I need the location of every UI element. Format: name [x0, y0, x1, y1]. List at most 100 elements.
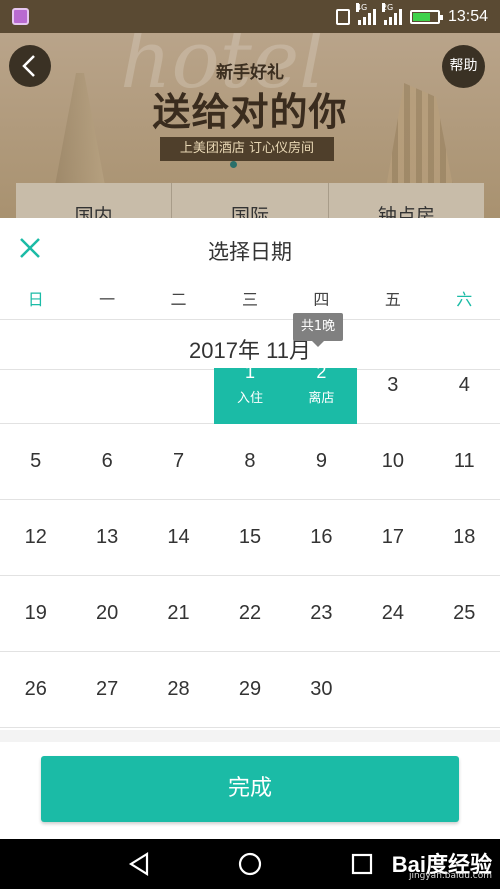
status-time: 13:54 — [447, 7, 488, 25]
promo-title: 送给对的你 — [152, 89, 348, 134]
calendar-day-number: 25 — [453, 602, 476, 624]
calendar-day-number: 14 — [167, 526, 190, 548]
calendar-day[interactable]: 30 — [286, 652, 357, 727]
recents-nav-icon[interactable] — [349, 851, 375, 877]
tab-international[interactable]: 国际 — [172, 183, 329, 223]
calendar-empty-cell — [357, 652, 428, 727]
checkin-label: 入住 — [236, 391, 263, 406]
calendar-day-number: 17 — [381, 526, 404, 548]
close-icon — [20, 238, 40, 258]
baidu-watermark-url: jingyan.baidu.com — [408, 871, 492, 881]
calendar-day-number: 26 — [24, 678, 47, 700]
calendar-week-row: 1 入住 2 离店 3 4 — [0, 362, 500, 424]
calendar-day[interactable]: 20 — [71, 576, 142, 651]
calendar-day-number: 24 — [381, 602, 404, 624]
promo-tagline: 上美团酒店 订心仪房间 — [160, 137, 334, 161]
network-type-label: 2G — [381, 2, 394, 12]
promo-banner[interactable]: hotel 新手好礼 送给对的你 上美团酒店 订心仪房间 帮助 国内 国际 钟点… — [0, 33, 500, 223]
calendar-day-number: 11 — [453, 450, 475, 472]
footer-divider — [0, 730, 500, 742]
calendar-day[interactable]: 28 — [143, 652, 214, 727]
calendar-day-number: 16 — [310, 526, 333, 548]
close-button[interactable] — [16, 234, 44, 262]
calendar-day-number: 20 — [96, 602, 119, 624]
calendar-day-number: 5 — [30, 450, 42, 472]
calendar-day-number: 13 — [96, 526, 119, 548]
chevron-left-icon — [22, 55, 35, 77]
tab-hourly[interactable]: 钟点房 — [329, 183, 484, 223]
weekday-header: 日 一 二 三 四 五 六 — [0, 280, 500, 320]
signal-2g-icon: 2G — [381, 2, 402, 25]
done-button[interactable]: 完成 — [41, 756, 459, 822]
calendar-week-row: 12 13 14 15 16 17 18 — [0, 500, 500, 576]
calendar-day-number: 8 — [244, 450, 256, 472]
weekday-fri: 五 — [384, 290, 401, 309]
back-nav-icon[interactable] — [126, 851, 152, 877]
weekday-wed: 三 — [241, 290, 258, 309]
tab-domestic[interactable]: 国内 — [16, 183, 173, 223]
status-icons: 4G 2G 13:54 — [335, 0, 488, 33]
carousel-indicator — [230, 161, 237, 168]
month-label: 2017年 11月 — [189, 338, 311, 363]
calendar-day[interactable]: 8 — [214, 424, 285, 499]
calendar-day-number: 4 — [458, 374, 470, 396]
calendar-day-number: 6 — [101, 450, 113, 472]
calendar-day[interactable]: 18 — [429, 500, 500, 575]
back-button[interactable] — [9, 45, 51, 87]
calendar-day[interactable]: 21 — [143, 576, 214, 651]
weekday-tue: 二 — [170, 290, 187, 309]
weekday-sat: 六 — [456, 290, 473, 309]
calendar-week-row: 19 20 21 22 23 24 25 — [0, 576, 500, 652]
battery-fill — [412, 12, 430, 21]
calendar-day[interactable]: 12 — [0, 500, 71, 575]
calendar-day[interactable]: 4 — [429, 370, 500, 423]
battery-icon — [409, 9, 443, 24]
date-picker-modal: 选择日期 日 一 二 三 四 五 六 2017年 11月 1 入住 2 离店 3 4 5 6 7… — [0, 218, 500, 839]
calendar-day[interactable]: 27 — [71, 652, 142, 727]
calendar-day[interactable]: 6 — [71, 424, 142, 499]
calendar-empty-cell — [71, 370, 142, 423]
calendar-day[interactable]: 7 — [143, 424, 214, 499]
calendar-day[interactable]: 22 — [214, 576, 285, 651]
calendar-day[interactable]: 13 — [71, 500, 142, 575]
calendar-day[interactable]: 17 — [357, 500, 428, 575]
help-button[interactable]: 帮助 — [442, 45, 485, 88]
calendar-day-number: 1 — [244, 362, 255, 382]
checkout-label: 离店 — [308, 391, 335, 406]
modal-header: 选择日期 — [0, 218, 500, 280]
calendar-day-number: 27 — [96, 678, 119, 700]
calendar-day[interactable]: 23 — [286, 576, 357, 651]
calendar-grid: 1 入住 2 离店 3 4 5 6 7 8 9 10 11 12 13 14 15 16 17 18 19 20 21 22 2… — [0, 362, 500, 728]
calendar-day[interactable]: 24 — [357, 576, 428, 651]
network-type-label: 4G — [355, 2, 368, 12]
calendar-day-number: 7 — [172, 450, 185, 472]
nights-tooltip: 共1晚 — [293, 313, 343, 347]
calendar-day[interactable]: 16 — [286, 500, 357, 575]
calendar-day-number: 15 — [238, 526, 262, 548]
calendar-day[interactable]: 15 — [214, 500, 285, 575]
weekday-sun: 日 — [27, 290, 44, 309]
signal-4g-icon: 4G — [355, 2, 376, 25]
calendar-day[interactable]: 19 — [0, 576, 71, 651]
modal-title: 选择日期 — [208, 240, 292, 264]
calendar-day[interactable]: 26 — [0, 652, 71, 727]
calendar-empty-cell — [143, 370, 214, 423]
calendar-day[interactable]: 3 — [357, 370, 428, 423]
calendar-day[interactable]: 14 — [143, 500, 214, 575]
calendar-day-number: 29 — [238, 678, 262, 700]
calendar-day[interactable]: 5 — [0, 424, 71, 499]
calendar-day[interactable]: 10 — [357, 424, 428, 499]
calendar-day-number: 12 — [24, 526, 47, 548]
calendar-day-checkin[interactable]: 1 入住 — [214, 362, 286, 424]
hotel-type-tabs: 国内 国际 钟点房 — [16, 183, 484, 223]
calendar-day[interactable]: 11 — [429, 424, 500, 499]
home-nav-icon[interactable] — [237, 851, 263, 877]
status-bar: 4G 2G 13:54 — [0, 0, 500, 33]
calendar-empty-cell — [429, 652, 500, 727]
calendar-day-checkout[interactable]: 2 离店 — [285, 362, 358, 424]
calendar-day[interactable]: 9 — [286, 424, 357, 499]
calendar-day[interactable]: 25 — [429, 576, 500, 651]
calendar-day[interactable]: 29 — [214, 652, 285, 727]
calendar-week-row: 5 6 7 8 9 10 11 — [0, 424, 500, 500]
calendar-day-number: 19 — [24, 602, 47, 624]
